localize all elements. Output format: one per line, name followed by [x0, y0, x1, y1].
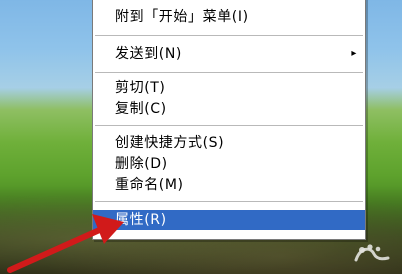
menu-item-label: 附到「开始」菜单(I): [115, 9, 249, 25]
menu-separator: [95, 125, 363, 126]
menu-item-label: 发送到(N): [115, 46, 182, 62]
menu-item-create-shortcut[interactable]: 创建快捷方式(S): [93, 133, 365, 153]
menu-separator: [95, 72, 363, 73]
menu-item-send-to[interactable]: 发送到(N) ▸: [93, 44, 365, 64]
menu-item-rename[interactable]: 重命名(M): [93, 175, 365, 195]
menu-item-label: 复制(C): [115, 101, 167, 117]
watermark-logo: [354, 244, 390, 262]
menu-item-cut[interactable]: 剪切(T): [93, 78, 365, 98]
menu-item-label: 属性(R): [115, 212, 167, 228]
menu-item-pin-to-start[interactable]: 附到「开始」菜单(I): [93, 7, 365, 27]
menu-item-label: 创建快捷方式(S): [115, 135, 225, 151]
menu-item-delete[interactable]: 删除(D): [93, 154, 365, 174]
menu-item-label: 删除(D): [115, 156, 168, 172]
menu-item-copy[interactable]: 复制(C): [93, 99, 365, 119]
context-menu: 附到「开始」菜单(I) 发送到(N) ▸ 剪切(T) 复制(C) 创建快捷方式(…: [92, 0, 366, 240]
menu-item-label: 重命名(M): [115, 177, 184, 193]
menu-separator: [95, 201, 363, 202]
menu-separator: [95, 35, 363, 36]
submenu-arrow-icon: ▸: [351, 48, 357, 59]
menu-item-label: 剪切(T): [115, 80, 166, 96]
menu-item-properties[interactable]: 属性(R): [93, 210, 365, 230]
